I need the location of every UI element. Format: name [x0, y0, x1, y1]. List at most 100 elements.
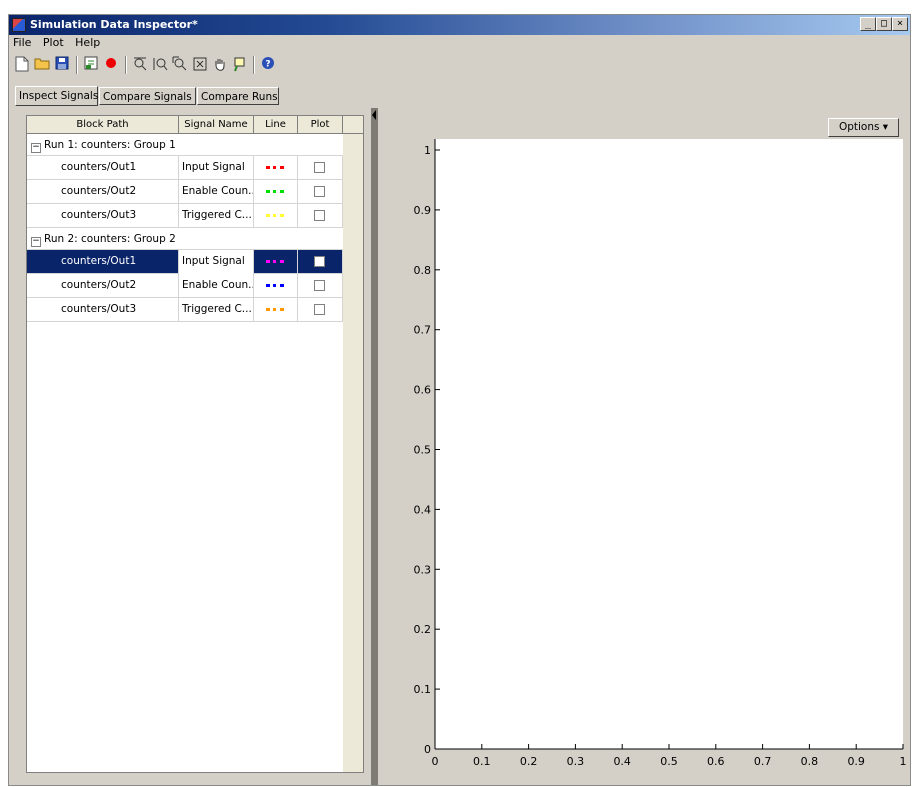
zoom-x-icon[interactable]	[131, 56, 149, 74]
table-row-selected[interactable]: counters/Out1 Input Signal	[27, 250, 343, 274]
minimize-button[interactable]: _	[860, 17, 876, 31]
table-row[interactable]: counters/Out3 Triggered C...	[27, 298, 343, 322]
x-tick-label: 0.7	[754, 755, 772, 768]
line-style-swatch	[266, 190, 284, 196]
y-tick-label: 0.3	[414, 563, 432, 576]
plot-area	[435, 139, 903, 749]
line-style-cell[interactable]	[254, 250, 298, 274]
app-window: Simulation Data Inspector* _ □ × File Pl…	[8, 14, 911, 786]
plot-cell	[298, 156, 343, 180]
y-tick-label: 0.1	[414, 683, 432, 696]
plot-axes[interactable]: 0 0.1 0.2 0.3 0.4 0.5 0.6 0.7 0.8 0.9 1 0 0.1 0.2 0.3…	[388, 127, 908, 779]
block-path-cell: counters/Out3	[27, 298, 179, 322]
y-tick-label: 0	[424, 743, 431, 756]
line-style-cell[interactable]	[254, 274, 298, 298]
close-button[interactable]: ×	[892, 17, 908, 31]
signal-name-cell: Enable Coun...	[179, 180, 254, 204]
x-tick-label: 0.9	[847, 755, 865, 768]
header-signal-name[interactable]: Signal Name	[179, 116, 254, 134]
line-style-swatch	[266, 214, 284, 220]
plot-checkbox[interactable]	[314, 162, 325, 173]
signal-table: Block Path Signal Name Line Plot − Run 1:…	[26, 115, 364, 773]
open-folder-icon[interactable]	[33, 56, 51, 74]
plot-checkbox[interactable]	[314, 210, 325, 221]
signal-name-cell: Triggered C...	[179, 298, 254, 322]
block-path-cell: counters/Out1	[27, 250, 179, 274]
x-tick-label: 1	[900, 755, 907, 768]
import-icon[interactable]	[82, 56, 100, 74]
header-line[interactable]: Line	[254, 116, 298, 134]
group-label: Run 1: counters: Group 1	[44, 139, 176, 151]
menu-file[interactable]: File	[9, 36, 35, 49]
x-tick-label: 0.3	[567, 755, 585, 768]
line-style-cell[interactable]	[254, 298, 298, 322]
window-title: Simulation Data Inspector*	[30, 18, 198, 31]
y-tick-label: 0.4	[414, 503, 432, 516]
svg-text:?: ?	[265, 60, 270, 70]
line-style-cell[interactable]	[254, 180, 298, 204]
line-style-cell[interactable]	[254, 204, 298, 228]
menu-help[interactable]: Help	[71, 36, 104, 49]
menu-plot[interactable]: Plot	[39, 36, 68, 49]
tab-compare-runs[interactable]: Compare Runs	[197, 87, 279, 105]
record-icon[interactable]	[102, 56, 120, 74]
collapse-icon[interactable]: −	[31, 143, 41, 153]
collapse-icon[interactable]: −	[31, 237, 41, 247]
header-block-path[interactable]: Block Path	[27, 116, 179, 134]
header-spacer	[343, 116, 363, 134]
table-row[interactable]: counters/Out2 Enable Coun...	[27, 180, 343, 204]
group-row-run2[interactable]: − Run 2: counters: Group 2	[27, 228, 343, 250]
tab-compare-signals[interactable]: Compare Signals	[99, 87, 196, 105]
plot-checkbox[interactable]	[314, 186, 325, 197]
pane-splitter[interactable]	[371, 108, 378, 785]
data-cursor-icon[interactable]	[231, 56, 249, 74]
pan-hand-icon[interactable]	[211, 56, 229, 74]
block-path-cell: counters/Out1	[27, 156, 179, 180]
new-file-icon[interactable]	[13, 56, 31, 74]
plot-checkbox[interactable]	[314, 256, 325, 267]
x-tick-label: 0.4	[613, 755, 631, 768]
plot-cell	[298, 298, 343, 322]
x-tick-label: 0.8	[801, 755, 819, 768]
signal-name-cell: Input Signal	[179, 250, 254, 274]
header-plot[interactable]: Plot	[298, 116, 343, 134]
table-row[interactable]: counters/Out3 Triggered C...	[27, 204, 343, 228]
table-row[interactable]: counters/Out1 Input Signal	[27, 156, 343, 180]
group-row-run1[interactable]: − Run 1: counters: Group 1	[27, 134, 343, 156]
fit-to-view-icon[interactable]	[191, 56, 209, 74]
table-row[interactable]: counters/Out2 Enable Coun...	[27, 274, 343, 298]
signal-name-cell: Triggered C...	[179, 204, 254, 228]
help-icon[interactable]: ?	[259, 56, 277, 74]
y-tick-label: 0.2	[414, 623, 432, 636]
plot-cell	[298, 274, 343, 298]
title-bar[interactable]: Simulation Data Inspector* _ □ ×	[9, 15, 910, 35]
x-tick-label: 0.5	[660, 755, 678, 768]
plot-cell	[298, 250, 343, 274]
y-tick-label: 0.6	[414, 384, 432, 397]
x-tick-label: 0	[432, 755, 439, 768]
y-tick-label: 1	[424, 144, 431, 157]
y-tick-label: 0.9	[414, 204, 432, 217]
maximize-button[interactable]: □	[876, 17, 892, 31]
plot-checkbox[interactable]	[314, 304, 325, 315]
x-tick-label: 0.2	[520, 755, 538, 768]
block-path-cell: counters/Out2	[27, 274, 179, 298]
zoom-in-icon[interactable]	[171, 56, 189, 74]
block-path-cell: counters/Out3	[27, 204, 179, 228]
x-tick-label: 0.6	[707, 755, 725, 768]
plot-cell	[298, 204, 343, 228]
table-scroll-gutter	[343, 134, 363, 772]
y-tick-label: 0.5	[414, 444, 432, 457]
menu-bar: File Plot Help	[9, 36, 104, 52]
y-tick-label: 0.8	[414, 264, 432, 277]
line-style-cell[interactable]	[254, 156, 298, 180]
collapse-arrow-icon[interactable]	[372, 110, 376, 120]
save-icon[interactable]	[53, 56, 71, 74]
zoom-y-icon[interactable]	[151, 56, 169, 74]
line-style-swatch	[266, 166, 284, 172]
app-logo-icon	[12, 18, 26, 32]
line-style-swatch	[266, 284, 284, 290]
group-label: Run 2: counters: Group 2	[44, 233, 176, 245]
plot-checkbox[interactable]	[314, 280, 325, 291]
tab-inspect-signals[interactable]: Inspect Signals	[15, 86, 98, 106]
